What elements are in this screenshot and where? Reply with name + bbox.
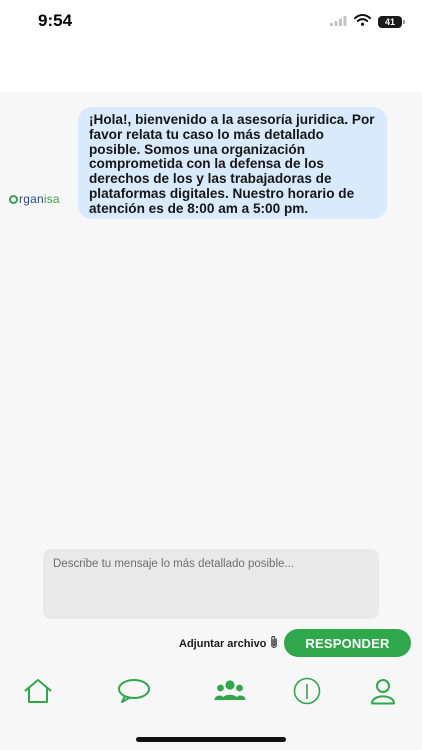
info-icon [291,677,323,710]
signal-icon [330,13,347,31]
tab-bar [0,672,422,712]
tab-profile[interactable] [366,678,400,708]
home-indicator [136,737,286,742]
status-icons: 41 [330,13,405,31]
respond-button[interactable]: RESPONDER [284,629,411,657]
logo-mark [9,194,18,204]
wifi-icon [354,13,371,31]
home-icon [23,678,53,709]
organisa-logo: rgan isa [9,192,60,206]
message-input[interactable] [43,549,379,619]
tab-info[interactable] [290,677,324,710]
tab-community[interactable] [213,678,247,708]
logo-text-primary: rgan [19,192,44,206]
status-bar: 9:54 41 [0,0,422,92]
paperclip-icon [270,635,278,652]
logo-text-accent: isa [43,192,60,206]
battery-icon: 41 [378,16,405,28]
community-icon [214,679,246,708]
status-time: 9:54 [38,11,73,30]
attach-file-label: Adjuntar archivo [179,637,267,650]
bot-message-bubble: ¡Hola!, bienvenido a la asesoría juridic… [78,107,387,219]
tab-home[interactable] [21,678,55,708]
chat-bubble-icon [117,678,151,709]
tab-chat[interactable] [117,678,151,708]
attach-file-button[interactable]: Adjuntar archivo [179,635,278,652]
profile-icon [369,677,397,710]
